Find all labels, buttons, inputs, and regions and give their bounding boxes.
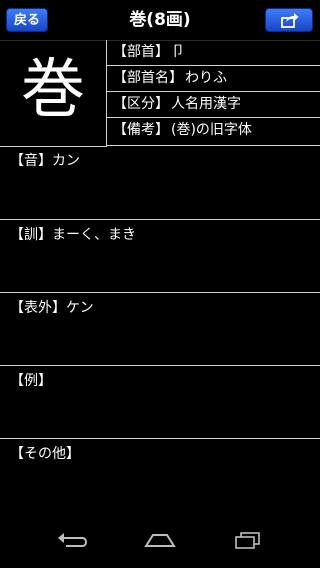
section-label: 【表外】	[10, 300, 66, 316]
kanji-character: 巻	[21, 53, 85, 127]
section-examples: 【例】	[0, 366, 320, 439]
info-label: 【部首】	[113, 44, 169, 60]
nav-recents-button[interactable]	[220, 530, 276, 558]
recents-icon	[235, 532, 260, 549]
info-value: 人名用漢字	[171, 96, 241, 112]
home-icon	[144, 534, 176, 547]
info-value: (巻)の旧字体	[171, 122, 252, 138]
info-value: わりふ	[185, 70, 227, 86]
info-label: 【備考】	[113, 122, 169, 138]
info-row-radical-name: 【部首名】 わりふ	[107, 66, 320, 92]
info-row-note: 【備考】 (巻)の旧字体	[107, 118, 320, 146]
section-on-reading: 【音】カン	[0, 146, 320, 220]
info-row-category: 【区分】 人名用漢字	[107, 92, 320, 118]
kanji-display: 巻	[0, 40, 107, 147]
section-other: 【その他】	[0, 439, 320, 520]
system-navigation-bar	[0, 520, 320, 568]
back-button[interactable]: 戻る	[6, 8, 48, 32]
section-value: カン	[52, 153, 80, 169]
page-title: 巻(8画)	[129, 10, 191, 30]
nav-back-button[interactable]	[44, 530, 100, 558]
section-value: まーく、まき	[52, 227, 136, 243]
section-label: 【訓】	[10, 227, 52, 243]
section-non-standard: 【表外】ケン	[0, 293, 320, 366]
section-kun-reading: 【訓】まーく、まき	[0, 220, 320, 293]
share-button[interactable]	[265, 8, 313, 32]
section-label: 【例】	[10, 373, 52, 389]
back-icon	[58, 533, 88, 547]
info-label: 【区分】	[113, 96, 169, 112]
section-value: ケン	[66, 300, 94, 316]
info-value: 卩	[171, 44, 185, 60]
section-label: 【音】	[10, 153, 52, 169]
share-icon	[281, 13, 299, 28]
section-label: 【その他】	[10, 446, 80, 462]
top-bar: 戻る 巻(8画)	[0, 0, 320, 41]
info-label: 【部首名】	[113, 70, 183, 86]
info-row-radical: 【部首】卩	[107, 40, 320, 66]
nav-home-button[interactable]	[132, 530, 188, 558]
